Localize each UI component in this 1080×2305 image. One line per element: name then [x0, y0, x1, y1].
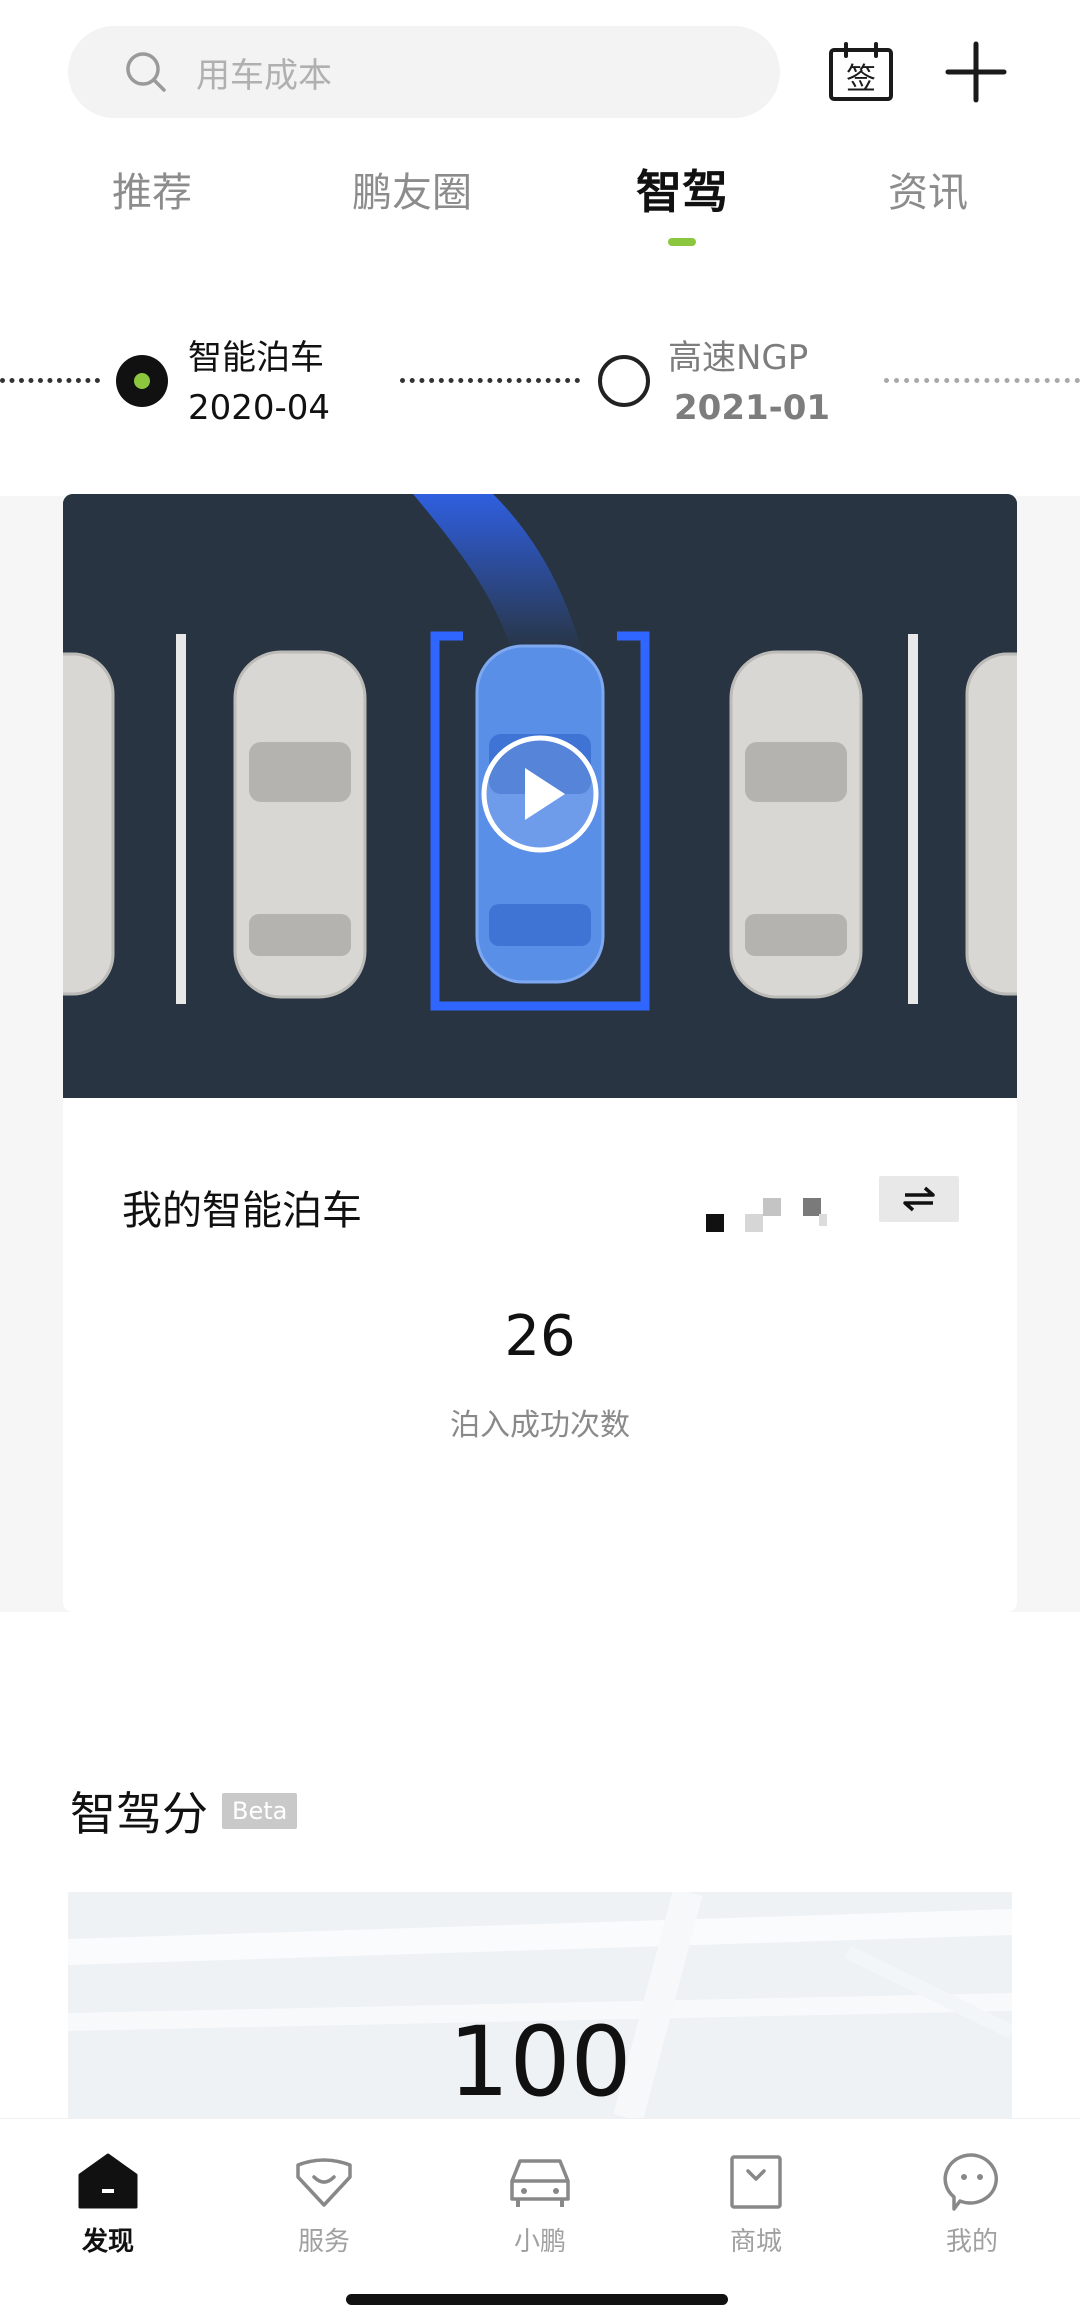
search-input[interactable]: 用车成本 [68, 26, 780, 118]
nav-label: 商城 [729, 2227, 782, 2257]
timeline-dots [884, 378, 1080, 383]
checkin-glyph: 签 [846, 62, 876, 97]
home-icon [78, 2153, 138, 2209]
tab-smart-driving[interactable]: 智驾 [636, 156, 728, 222]
milestone-title[interactable]: 智能泊车 [188, 330, 324, 379]
tab-news[interactable]: 资讯 [888, 160, 968, 218]
score-title: 智驾分 [70, 1787, 208, 1841]
parking-count: 26 [504, 1304, 576, 1369]
feature-timeline: 智能泊车 2020-04 高速NGP 2021-01 [0, 318, 1080, 438]
bottom-nav: 发现 服务 小鹏 商城 我的 [0, 2118, 1080, 2305]
parking-video[interactable] [63, 494, 1017, 1098]
nav-label: 服务 [297, 2227, 350, 2257]
timeline-node-active[interactable] [116, 355, 168, 407]
timeline-node[interactable] [598, 355, 650, 407]
nav-service[interactable]: 服务 [244, 2151, 404, 2258]
milestone-title[interactable]: 高速NGP [668, 330, 808, 379]
score-header: 智驾分 Beta [70, 1778, 298, 1844]
smart-parking-card[interactable]: 我的智能泊车 26 泊入成功次数 [63, 494, 1017, 1612]
nav-label: 发现 [81, 2227, 134, 2257]
shopping-bag-icon [730, 2155, 782, 2209]
nav-xpeng[interactable]: 小鹏 [460, 2151, 620, 2258]
parking-card-title: 我的智能泊车 [122, 1188, 362, 1234]
tab-friends-circle[interactable]: 鹏友圈 [352, 160, 472, 218]
pixelated-plate [706, 1198, 827, 1232]
nav-mall[interactable]: 商城 [676, 2151, 836, 2258]
car-icon [510, 2159, 570, 2207]
milestone-date: 2021-01 [674, 388, 831, 428]
score-value: 100 [448, 2006, 632, 2118]
service-icon [296, 2158, 352, 2207]
timeline-dots [0, 378, 100, 383]
search-icon [126, 52, 166, 92]
search-placeholder: 用车成本 [196, 55, 332, 96]
calendar-checkin-icon[interactable]: 签 [828, 42, 894, 102]
beta-badge: Beta [222, 1793, 298, 1829]
nav-label: 小鹏 [513, 2227, 566, 2257]
milestone-date: 2020-04 [188, 388, 331, 428]
swap-button[interactable] [879, 1176, 959, 1222]
nav-mine[interactable]: 我的 [892, 2151, 1052, 2258]
tab-recommend[interactable]: 推荐 [112, 160, 192, 218]
home-indicator [346, 2294, 728, 2305]
top-tabs: 推荐 鹏友圈 智驾 资讯 [0, 150, 1080, 250]
active-tab-indicator [668, 238, 696, 246]
chat-face-icon [943, 2153, 998, 2211]
swap-icon [903, 1186, 935, 1212]
parking-count-label: 泊入成功次数 [450, 1408, 630, 1443]
play-icon[interactable] [481, 735, 599, 853]
plus-icon[interactable] [944, 40, 1008, 104]
nav-label: 我的 [945, 2227, 998, 2257]
nav-discover[interactable]: 发现 [28, 2151, 188, 2258]
score-card[interactable]: 100 [68, 1892, 1012, 2118]
timeline-dots [400, 378, 580, 383]
